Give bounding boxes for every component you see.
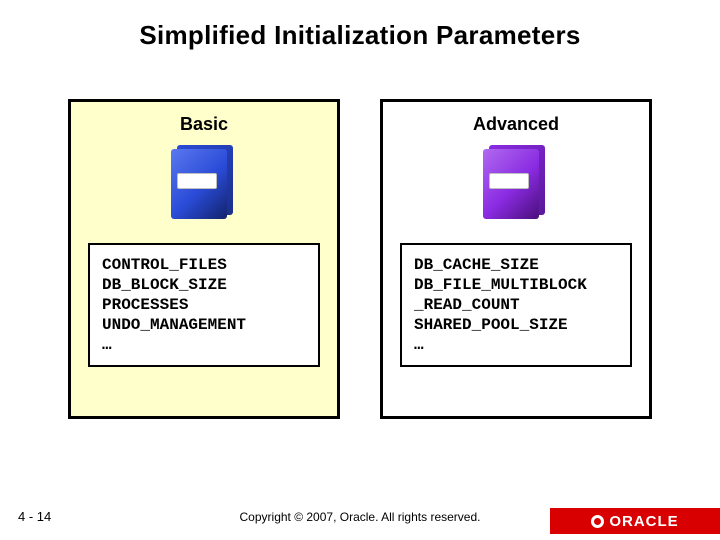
slide-title: Simplified Initialization Parameters xyxy=(0,0,720,51)
oracle-o-icon xyxy=(591,515,604,528)
param-line: SHARED_POOL_SIZE xyxy=(414,315,618,335)
param-line: DB_CACHE_SIZE xyxy=(414,255,618,275)
param-line: CONTROL_FILES xyxy=(102,255,306,275)
panel-basic: Basic CONTROL_FILES DB_BLOCK_SIZE PROCES… xyxy=(68,99,340,419)
param-line: _READ_COUNT xyxy=(414,295,618,315)
param-line: UNDO_MANAGEMENT xyxy=(102,315,306,335)
param-line: DB_FILE_MULTIBLOCK xyxy=(414,275,618,295)
oracle-logo: ORACLE xyxy=(591,513,678,530)
panel-advanced-heading: Advanced xyxy=(473,114,559,135)
book-icon xyxy=(171,145,237,221)
footer: 4 - 14 Copyright © 2007, Oracle. All rig… xyxy=(0,500,720,540)
param-line: … xyxy=(102,335,306,355)
param-line: … xyxy=(414,335,618,355)
oracle-logo-text: ORACLE xyxy=(609,513,678,530)
brand-bar: ORACLE xyxy=(550,508,720,534)
panel-advanced: Advanced DB_CACHE_SIZE DB_FILE_MULTIBLOC… xyxy=(380,99,652,419)
param-line: PROCESSES xyxy=(102,295,306,315)
slide: Simplified Initialization Parameters Bas… xyxy=(0,0,720,540)
panel-basic-heading: Basic xyxy=(180,114,228,135)
advanced-param-box: DB_CACHE_SIZE DB_FILE_MULTIBLOCK _READ_C… xyxy=(400,243,632,367)
param-line: DB_BLOCK_SIZE xyxy=(102,275,306,295)
book-icon xyxy=(483,145,549,221)
panels-row: Basic CONTROL_FILES DB_BLOCK_SIZE PROCES… xyxy=(0,99,720,419)
basic-param-box: CONTROL_FILES DB_BLOCK_SIZE PROCESSES UN… xyxy=(88,243,320,367)
